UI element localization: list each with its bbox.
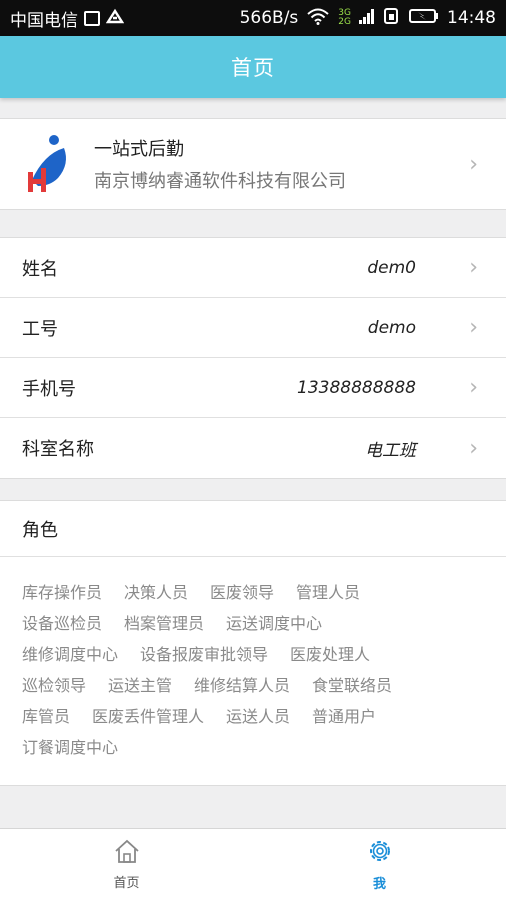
chevron-right-icon: › bbox=[469, 151, 478, 177]
role-tag: 巡检领导 bbox=[22, 675, 87, 695]
page-title: 首页 bbox=[231, 56, 275, 80]
roles-card: 角色 库存操作员 决策人员 医废领导 管理人员 设备巡检员 档案管理员 运送调度… bbox=[0, 500, 506, 786]
row-label: 姓名 bbox=[22, 258, 58, 280]
roles-list: 库存操作员 决策人员 医废领导 管理人员 设备巡检员 档案管理员 运送调度中心 … bbox=[0, 557, 506, 761]
chevron-right-icon: › bbox=[469, 255, 478, 280]
role-tag: 运送调度中心 bbox=[226, 613, 323, 633]
profile-info-list: 姓名 dem0 › 工号 demo › 手机号 13388888888 › 科室… bbox=[0, 237, 506, 479]
chevron-right-icon: › bbox=[469, 315, 478, 340]
company-card[interactable]: 一站式后勤 南京博纳睿通软件科技有限公司 › bbox=[0, 118, 506, 210]
signal-icon bbox=[359, 8, 375, 29]
role-line: 库存操作员 决策人员 医废领导 管理人员 bbox=[22, 575, 492, 606]
wifi-icon bbox=[306, 7, 330, 30]
role-tag: 档案管理员 bbox=[124, 613, 205, 633]
role-tag: 运送主管 bbox=[108, 675, 173, 695]
row-value: demo bbox=[367, 317, 416, 338]
role-tag: 管理人员 bbox=[296, 582, 361, 602]
role-tag: 订餐调度中心 bbox=[22, 737, 119, 757]
gear-icon bbox=[366, 837, 394, 869]
role-tag: 决策人员 bbox=[124, 582, 189, 602]
role-line: 订餐调度中心 bbox=[22, 730, 492, 761]
tab-home[interactable]: 首页 bbox=[0, 829, 253, 900]
role-tag: 运送人员 bbox=[226, 706, 291, 726]
company-name: 南京博纳睿通软件科技有限公司 bbox=[94, 171, 346, 192]
row-label: 科室名称 bbox=[22, 439, 94, 460]
role-tag: 医废处理人 bbox=[290, 644, 371, 664]
app-bar: 首页 bbox=[0, 36, 506, 98]
home-icon bbox=[113, 838, 141, 868]
row-value: dem0 bbox=[367, 257, 416, 278]
screenshot-icon bbox=[84, 10, 100, 26]
usb-icon bbox=[105, 8, 125, 29]
status-bar: 中国电信 566B/s 3G 2G 14:48 bbox=[0, 0, 506, 36]
network-type-indicator: 3G 2G bbox=[338, 9, 351, 27]
row-value: 电工班 bbox=[365, 440, 416, 461]
app-name: 一站式后勤 bbox=[94, 139, 184, 160]
role-tag: 普通用户 bbox=[312, 706, 377, 726]
company-logo bbox=[24, 134, 74, 194]
role-line: 库管员 医废丢件管理人 运送人员 普通用户 bbox=[22, 699, 492, 730]
clock: 14:48 bbox=[447, 8, 496, 28]
role-tag: 设备报废审批领导 bbox=[140, 644, 269, 664]
role-tag: 库管员 bbox=[22, 706, 71, 726]
role-tag: 医废丢件管理人 bbox=[92, 706, 205, 726]
roles-title: 角色 bbox=[0, 501, 506, 557]
role-tag: 食堂联络员 bbox=[312, 675, 393, 695]
carrier-name: 中国电信 bbox=[10, 10, 78, 31]
chevron-right-icon: › bbox=[469, 375, 478, 400]
tab-label: 我 bbox=[372, 877, 386, 892]
profile-row-department[interactable]: 科室名称 电工班 › bbox=[0, 418, 506, 478]
role-tag: 库存操作员 bbox=[22, 582, 103, 602]
sim-icon bbox=[383, 7, 401, 30]
role-tag: 维修调度中心 bbox=[22, 644, 119, 664]
profile-row-phone[interactable]: 手机号 13388888888 › bbox=[0, 358, 506, 418]
tab-me[interactable]: 我 bbox=[253, 829, 506, 900]
row-label: 手机号 bbox=[22, 378, 76, 400]
network-type-bottom: 2G bbox=[338, 17, 351, 27]
profile-row-name[interactable]: 姓名 dem0 › bbox=[0, 238, 506, 298]
battery-icon bbox=[409, 8, 439, 29]
role-tag: 设备巡检员 bbox=[22, 613, 103, 633]
profile-row-employee-id[interactable]: 工号 demo › bbox=[0, 298, 506, 358]
role-line: 设备巡检员 档案管理员 运送调度中心 bbox=[22, 606, 492, 637]
network-speed: 566B/s bbox=[239, 8, 299, 28]
role-line: 巡检领导 运送主管 维修结算人员 食堂联络员 bbox=[22, 668, 492, 699]
role-tag: 维修结算人员 bbox=[194, 675, 291, 695]
bottom-tab-bar: 首页 我 bbox=[0, 828, 506, 900]
row-value: 13388888888 bbox=[297, 377, 416, 398]
role-tag: 医废领导 bbox=[210, 582, 275, 602]
tab-label: 首页 bbox=[113, 876, 140, 891]
role-line: 维修调度中心 设备报废审批领导 医废处理人 bbox=[22, 637, 492, 668]
row-label: 工号 bbox=[22, 318, 58, 340]
chevron-right-icon: › bbox=[469, 435, 478, 461]
